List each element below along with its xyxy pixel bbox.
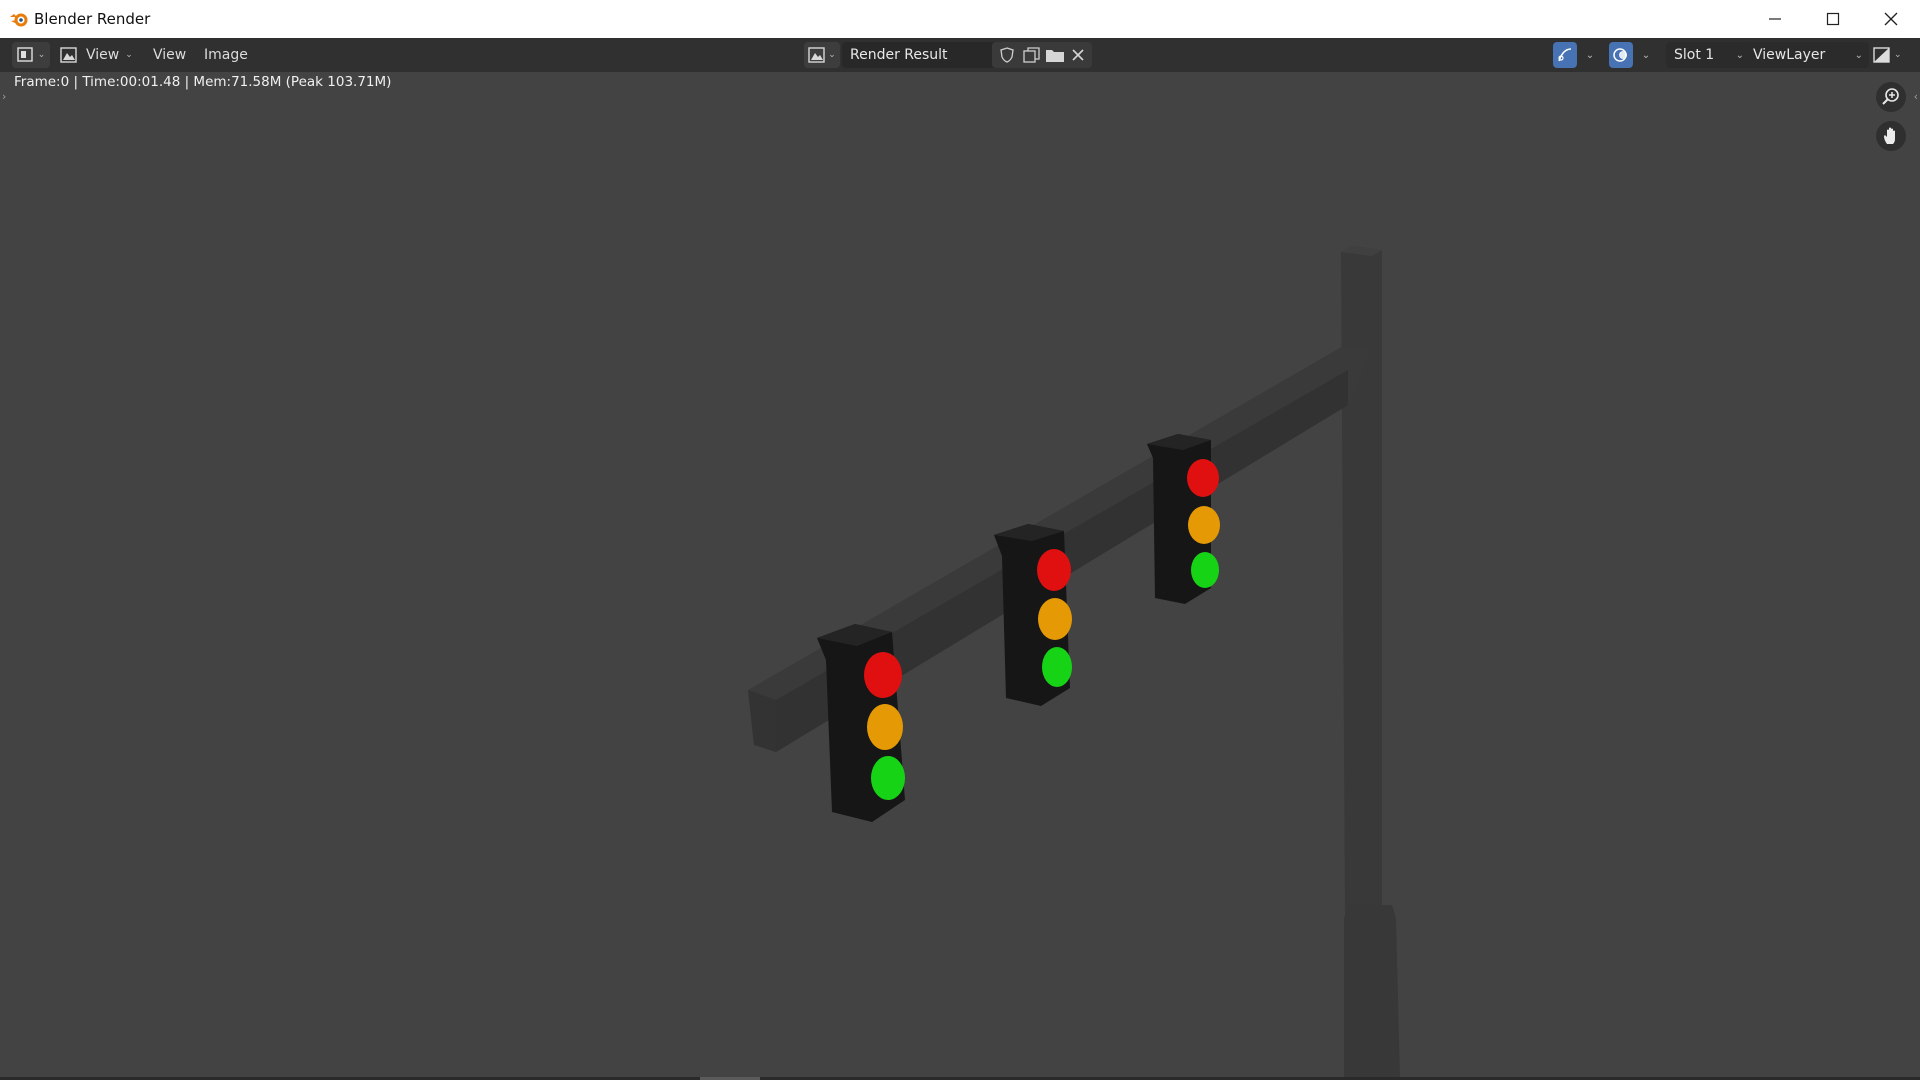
- blender-logo-icon: [10, 13, 28, 27]
- traffic-light-2: [994, 524, 1072, 706]
- window-title-bar: Blender Render: [0, 0, 1920, 39]
- image-editor-icon: [17, 47, 33, 62]
- slot-label: Slot 1: [1674, 47, 1715, 63]
- display-channels-icon: [1873, 47, 1890, 63]
- maximize-button[interactable]: [1804, 0, 1862, 38]
- view-layer-dropdown[interactable]: ViewLayer ⌄: [1745, 42, 1869, 68]
- image-browse-icon: [808, 47, 825, 63]
- view-mode-dropdown[interactable]: View ⌄: [60, 42, 140, 68]
- right-sidebar-toggle[interactable]: ‹: [1914, 90, 1918, 103]
- image-browse-button[interactable]: ⌄: [804, 42, 840, 68]
- gizmo-toggle[interactable]: [1553, 42, 1577, 68]
- image-actions: [992, 42, 1092, 68]
- image-name-field[interactable]: Render Result: [842, 42, 1000, 68]
- traffic-light-3: [1147, 434, 1220, 604]
- overlay-toggle[interactable]: [1609, 42, 1633, 68]
- close-icon: [1884, 12, 1898, 26]
- render-status-text: Frame:0 | Time:00:01.48 | Mem:71.58M (Pe…: [14, 74, 392, 90]
- slot-dropdown[interactable]: Slot 1 ⌄: [1666, 42, 1750, 68]
- zoom-icon: [1882, 88, 1899, 105]
- window-title: Blender Render: [34, 10, 151, 28]
- view-mode-icon: [60, 47, 77, 63]
- unlink-close-icon[interactable]: [1067, 46, 1089, 64]
- minimize-icon: [1769, 18, 1781, 20]
- view-layer-label: ViewLayer: [1753, 47, 1826, 63]
- duplicate-icon[interactable]: [1019, 46, 1043, 64]
- render-viewport[interactable]: › ‹: [0, 72, 1920, 1080]
- view-mode-label: View: [86, 47, 120, 63]
- menu-view[interactable]: View: [153, 42, 186, 68]
- render-image: [748, 246, 1400, 1080]
- minimize-button[interactable]: [1746, 0, 1804, 38]
- shield-icon[interactable]: [995, 46, 1019, 64]
- traffic-light-1: [817, 624, 905, 822]
- zoom-button[interactable]: [1876, 82, 1906, 112]
- folder-icon[interactable]: [1043, 46, 1067, 64]
- gizmo-dropdown[interactable]: ⌄: [1580, 42, 1600, 68]
- hand-icon: [1884, 127, 1895, 144]
- overlay-dropdown[interactable]: ⌄: [1636, 42, 1656, 68]
- editor-type-dropdown[interactable]: ⌄: [12, 42, 50, 68]
- display-channels-dropdown[interactable]: ⌄: [1872, 42, 1908, 68]
- overlay-icon: [1613, 48, 1627, 62]
- gizmo-icon: [1558, 48, 1572, 62]
- left-sidebar-toggle[interactable]: ›: [2, 90, 6, 103]
- pan-button[interactable]: [1876, 121, 1906, 151]
- maximize-icon: [1826, 12, 1840, 26]
- image-editor-header: ⌄ View ⌄ View Image ⌄ Render Result ⌄ ⌄ …: [0, 38, 1920, 72]
- close-button[interactable]: [1862, 0, 1920, 38]
- menu-image[interactable]: Image: [204, 42, 248, 68]
